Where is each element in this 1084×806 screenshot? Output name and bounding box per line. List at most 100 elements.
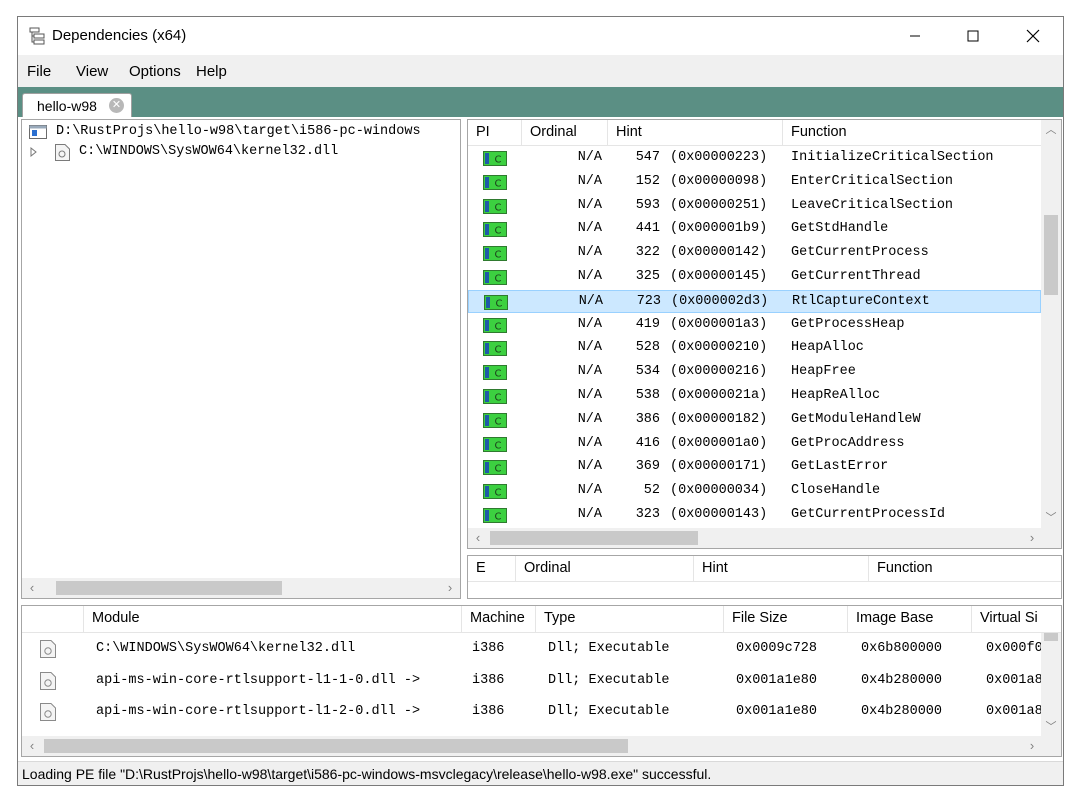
tree-item-root[interactable]: D:\RustProjs\hello-w98\target\i586-pc-wi… <box>22 122 460 142</box>
c-function-icon: C <box>483 389 507 404</box>
import-function: RtlCaptureContext <box>792 293 930 309</box>
import-row[interactable]: C N/A 538 (0x0000021a) HeapReAlloc <box>468 385 1041 408</box>
tree-horizontal-scrollbar[interactable]: ‹ › <box>22 578 460 598</box>
modules-vertical-scrollbar[interactable]: ﹀ <box>1041 633 1061 736</box>
import-row[interactable]: C N/A 547 (0x00000223) InitializeCriticalSec… <box>468 147 1041 170</box>
col-e[interactable]: E <box>468 556 516 582</box>
import-row[interactable]: C N/A 723 (0x000002d3) RtlCaptureContext <box>468 289 1041 313</box>
scroll-left-icon[interactable]: ‹ <box>470 530 486 546</box>
col-machine[interactable]: Machine <box>462 606 536 632</box>
c-function-icon: C <box>483 246 507 262</box>
col-image-base[interactable]: Image Base <box>848 606 972 632</box>
module-row[interactable]: api-ms-win-core-rtlsupport-l1-1-0.dll ->… <box>22 666 1043 696</box>
import-function: InitializeCriticalSection <box>791 150 994 165</box>
exports-pane: E Ordinal Hint Function <box>467 555 1062 599</box>
col-virtual-size[interactable]: Virtual Si <box>972 606 1061 632</box>
close-button[interactable] <box>1004 17 1062 54</box>
col-hint[interactable]: Hint <box>694 556 869 582</box>
scroll-right-icon[interactable]: › <box>1024 738 1040 754</box>
import-ordinal: N/A <box>577 340 602 356</box>
scroll-thumb[interactable] <box>1044 215 1058 295</box>
import-hint-hex: (0x000001b9) <box>670 221 768 237</box>
menu-file[interactable]: File <box>27 63 51 80</box>
imports-vertical-scrollbar[interactable]: ︿ ﹀ <box>1041 120 1061 528</box>
import-row[interactable]: C N/A 528 (0x00000210) HeapAlloc <box>468 337 1041 360</box>
tab-close-icon[interactable]: ✕ <box>109 98 124 113</box>
import-hint: 322 <box>635 245 660 261</box>
maximize-button[interactable] <box>944 17 1002 54</box>
col-module[interactable]: Module <box>84 606 462 632</box>
col-file-size[interactable]: File Size <box>724 606 848 632</box>
module-row[interactable]: C:\WINDOWS\SysWOW64\kernel32.dll i386 Dll;… <box>22 634 1043 664</box>
scroll-left-icon[interactable]: ‹ <box>24 738 40 754</box>
col-hint[interactable]: Hint <box>608 120 783 146</box>
menu-help[interactable]: Help <box>196 63 227 80</box>
import-row[interactable]: C N/A 416 (0x000001a0) GetProcAddress <box>468 433 1041 456</box>
menu-view[interactable]: View <box>76 63 108 80</box>
c-function-icon: C <box>483 508 507 523</box>
col-ordinal[interactable]: Ordinal <box>516 556 694 582</box>
scroll-right-icon[interactable]: › <box>1024 530 1040 546</box>
import-row[interactable]: C N/A 441 (0x000001b9) GetStdHandle <box>468 218 1041 241</box>
import-row[interactable]: C N/A 325 (0x00000145) GetCurrentThread <box>468 266 1041 289</box>
svg-text:C: C <box>495 226 502 237</box>
import-row[interactable]: C N/A 369 (0x00000171) GetLastError <box>468 456 1041 479</box>
import-hint: 547 <box>635 150 660 165</box>
scroll-right-icon[interactable]: › <box>442 580 458 596</box>
import-hint-hex: (0x000001a3) <box>670 316 768 332</box>
import-hint-hex: (0x00000142) <box>670 245 768 261</box>
col-icon[interactable] <box>22 606 84 632</box>
import-row[interactable]: C N/A 386 (0x00000182) GetModuleHandleW <box>468 409 1041 432</box>
import-ordinal: N/A <box>577 435 602 451</box>
scroll-left-icon[interactable]: ‹ <box>24 580 40 596</box>
menu-bar: File View Options Help <box>18 55 1063 87</box>
svg-text:C: C <box>496 298 503 309</box>
status-bar: Loading PE file "D:\RustProjs\hello-w98\… <box>18 761 1063 785</box>
import-row[interactable]: C N/A 534 (0x00000216) HeapFree <box>468 361 1041 384</box>
import-function: GetCurrentProcess <box>791 245 929 261</box>
import-row[interactable]: C N/A 52 (0x00000034) CloseHandle <box>468 480 1041 503</box>
col-ordinal[interactable]: Ordinal <box>522 120 608 146</box>
import-function: GetStdHandle <box>791 221 889 237</box>
scroll-down-icon[interactable]: ﹀ <box>1043 510 1059 526</box>
imports-header: PI Ordinal Hint Function <box>468 120 1043 146</box>
expand-arrow-icon[interactable] <box>30 147 38 157</box>
imports-horizontal-scrollbar[interactable]: ‹ › <box>468 528 1061 548</box>
module-file-size: 0x001a1e80 <box>736 672 818 688</box>
dll-icon <box>40 671 56 690</box>
import-row[interactable]: C N/A 152 (0x00000098) EnterCriticalSection <box>468 171 1041 194</box>
tab-strip: hello-w98 ✕ <box>18 87 1063 117</box>
modules-horizontal-scrollbar[interactable]: ‹ › <box>22 736 1061 756</box>
tree-item-kernel32[interactable]: C:\WINDOWS\SysWOW64\kernel32.dll <box>22 142 460 162</box>
module-name: api-ms-win-core-rtlsupport-l1-1-0.dll -> <box>96 672 421 688</box>
scroll-thumb[interactable] <box>56 581 282 595</box>
scroll-up-icon[interactable]: ︿ <box>1043 122 1059 138</box>
col-function[interactable]: Function <box>783 120 1043 146</box>
import-hint-hex: (0x00000143) <box>670 507 768 522</box>
col-function[interactable]: Function <box>869 556 1061 582</box>
svg-text:C: C <box>495 488 502 499</box>
tab-hello-w98[interactable]: hello-w98 ✕ <box>22 93 132 117</box>
module-row[interactable]: api-ms-win-core-rtlsupport-l1-2-0.dll ->… <box>22 697 1043 727</box>
scroll-thumb[interactable] <box>490 531 698 545</box>
minimize-button[interactable] <box>886 17 944 54</box>
title-bar[interactable]: Dependencies (x64) <box>18 17 1063 54</box>
menu-options[interactable]: Options <box>129 63 181 80</box>
svg-text:C: C <box>495 393 502 404</box>
import-function: HeapAlloc <box>791 340 864 356</box>
module-machine: i386 <box>472 641 505 656</box>
import-row[interactable]: C N/A 419 (0x000001a3) GetProcessHeap <box>468 314 1041 337</box>
c-function-icon: C <box>483 222 507 238</box>
scroll-down-icon[interactable]: ﹀ <box>1043 719 1059 735</box>
module-file-size: 0x001a1e80 <box>736 704 818 719</box>
import-row[interactable]: C N/A 322 (0x00000142) GetCurrentProcess <box>468 242 1041 265</box>
c-function-icon: C <box>483 484 507 500</box>
import-ordinal: N/A <box>577 150 602 165</box>
scroll-thumb[interactable] <box>44 739 628 753</box>
col-pi[interactable]: PI <box>468 120 522 146</box>
col-type[interactable]: Type <box>536 606 724 632</box>
dll-icon <box>55 144 70 161</box>
import-row[interactable]: C N/A 323 (0x00000143) GetCurrentProcessId <box>468 504 1041 527</box>
scroll-thumb[interactable] <box>1044 633 1058 641</box>
import-row[interactable]: C N/A 593 (0x00000251) LeaveCriticalSection <box>468 195 1041 218</box>
